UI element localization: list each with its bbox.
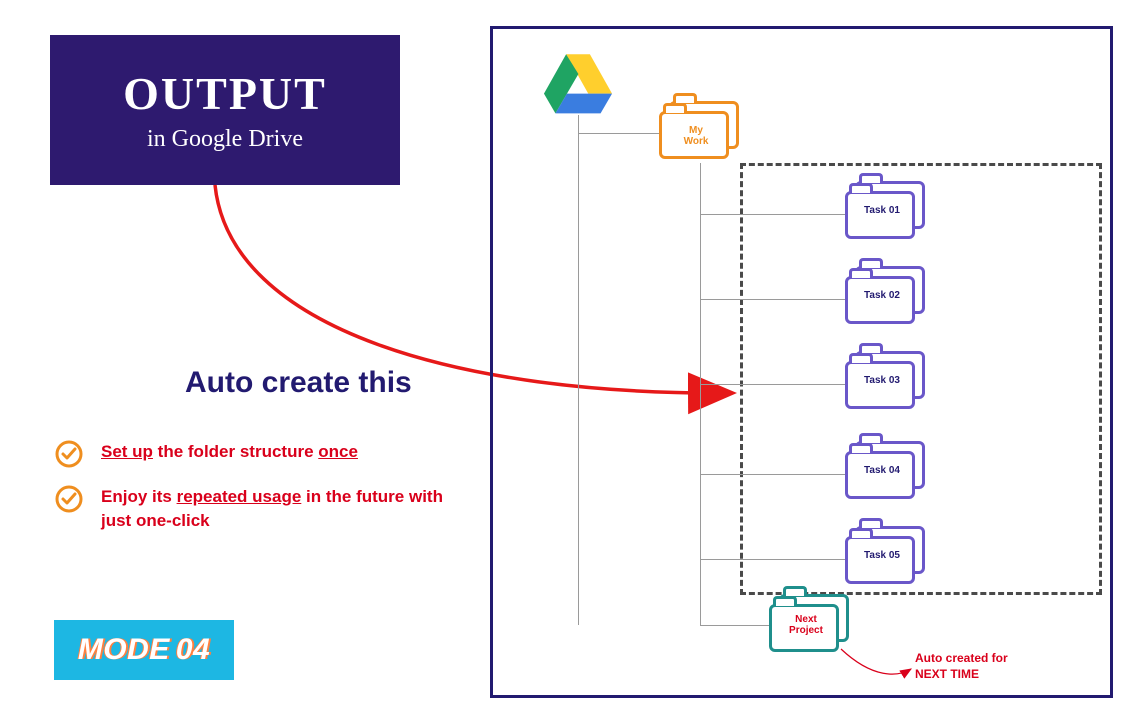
header-title: OUTPUT [123,67,327,120]
folder-task-2: Task 02 [845,266,935,328]
tree-line [700,474,845,475]
tree-line [578,133,660,134]
folder-task-4: Task 04 [845,441,935,503]
bullet-row-1: Set up the folder structure once [55,440,455,468]
check-icon [55,440,83,468]
header-subtitle: in Google Drive [147,126,303,153]
tree-line [700,384,845,385]
folder-task-5: Task 05 [845,526,935,588]
folder-label: Task 05 [851,550,913,561]
folder-label: Task 01 [851,205,913,216]
tree-line [700,625,770,626]
tree-line [700,214,845,215]
tree-line [700,163,701,625]
check-icon [55,485,83,513]
folder-label: Task 03 [851,375,913,386]
folder-next-project: Next Project [769,594,859,656]
mode-badge: MODE 04 [54,620,234,680]
folder-my-work: My Work [659,101,749,163]
folder-label: My Work [665,125,727,147]
mode-word: MODE [78,633,170,667]
mode-number: 04 [176,633,210,667]
tree-line [700,559,845,560]
output-header-box: OUTPUT in Google Drive [50,35,400,185]
callout-title: Auto create this [185,366,412,400]
bullet-row-2: Enjoy its repeated usage in the future w… [55,485,455,533]
tree-line [700,299,845,300]
folder-label: Task 04 [851,465,913,476]
folder-task-3: Task 03 [845,351,935,413]
folder-task-1: Task 01 [845,181,935,243]
bullet-1-text: Set up the folder structure once [101,440,358,464]
diagram-frame: My Work Task 01 Task 02 Task 03 Task 04 … [490,26,1113,698]
bullet-2-text: Enjoy its repeated usage in the future w… [101,485,455,533]
folder-label: Next Project [775,614,837,636]
tree-line [578,115,579,625]
folder-label: Task 02 [851,290,913,301]
auto-created-note: Auto created for NEXT TIME [915,651,1008,682]
google-drive-icon [542,51,614,120]
